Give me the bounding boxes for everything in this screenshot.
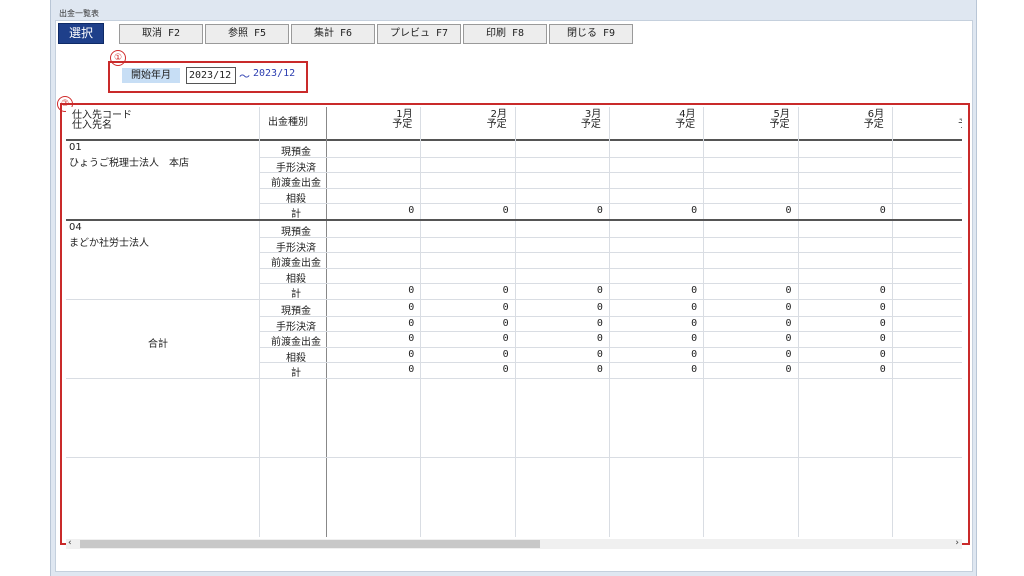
reference-f5-button[interactable]: 参照 F5: [205, 24, 289, 44]
header-supplier-name: 仕入先名: [72, 120, 112, 131]
cancel-f2-button[interactable]: 取消 F2: [119, 24, 203, 44]
end-month-value: 2023/12: [253, 68, 296, 79]
amount-cell: 0: [502, 333, 509, 345]
main-panel: 選択 取消 F2 参照 F5 集計 F6 プレビュ F7 印刷 F8 閉じる F…: [55, 20, 973, 572]
app-window: 出金一覧表 選択 取消 F2 参照 F5 集計 F6 プレビュ F7 印刷 F8…: [50, 0, 977, 576]
aggregate-f6-button[interactable]: 集計 F6: [291, 24, 375, 44]
month-subheader: 予定: [580, 119, 601, 130]
group-divider: [66, 219, 962, 221]
amount-cell: 0: [785, 302, 792, 313]
row-divider: [259, 346, 962, 348]
amount-cell: 0: [691, 333, 698, 345]
amount-cell: 0: [879, 317, 886, 329]
amount-cell: 0: [691, 317, 698, 329]
month-subheader: 予定: [863, 119, 884, 130]
amount-cell: 0: [879, 364, 886, 376]
amount-cell: 0: [879, 333, 886, 345]
row-divider: [66, 457, 962, 458]
amount-cell: 0: [879, 302, 886, 313]
preview-f7-button[interactable]: プレビュ F7: [377, 24, 461, 44]
amount-cell: 0: [408, 348, 415, 360]
month-subheader: 予定: [675, 119, 696, 130]
amount-cell: 0: [502, 348, 509, 360]
row-divider: [259, 267, 962, 269]
group-divider: [66, 378, 962, 379]
month-subheader: 予定: [486, 119, 507, 130]
row-divider: [259, 252, 962, 254]
scroll-right-icon[interactable]: ›: [955, 538, 959, 548]
row-divider: [259, 156, 962, 158]
amount-cell: 0: [502, 285, 509, 297]
amount-cell: 0: [785, 333, 792, 345]
month-subheader: 予定: [392, 119, 413, 130]
amount-cell: 0: [502, 302, 509, 313]
amount-cell: 0: [408, 333, 415, 345]
start-month-input[interactable]: 2023/12: [186, 67, 236, 84]
amount-cell: 0: [785, 205, 792, 217]
amount-cell: 0: [408, 317, 415, 329]
start-month-label: 開始年月: [122, 68, 180, 83]
amount-cell: 0: [879, 205, 886, 217]
close-f9-button[interactable]: 閉じる F9: [549, 24, 633, 44]
amount-cell: 0: [596, 317, 603, 329]
scroll-thumb[interactable]: [80, 540, 540, 548]
payment-table: 仕入先コード 仕入先名 出金種別 1月 予定 2月 予定 3月 予定 4月 予定 5月 予定 6月予…: [66, 107, 962, 537]
amount-cell: 0: [408, 205, 415, 217]
header-payment-type: 出金種別: [268, 117, 308, 128]
print-f8-button[interactable]: 印刷 F8: [463, 24, 547, 44]
amount-cell: 0: [785, 285, 792, 297]
row-divider: [259, 331, 962, 333]
amount-cell: 0: [502, 317, 509, 329]
amount-cell: 0: [502, 205, 509, 217]
grand-total-label: 合計: [148, 339, 168, 351]
horizontal-scrollbar[interactable]: ‹ ›: [66, 538, 962, 549]
amount-cell: 0: [408, 364, 415, 376]
month-subheader: 予定: [769, 119, 790, 130]
amount-cell: 0: [785, 364, 792, 376]
supplier-name: ひょうご税理士法人 本店: [69, 158, 189, 169]
amount-cell: 0: [785, 348, 792, 360]
row-divider: [259, 283, 962, 285]
amount-cell: 0: [596, 364, 603, 376]
supplier-code: 04: [69, 222, 82, 233]
amount-cell: 0: [691, 348, 698, 360]
amount-cell: 0: [879, 285, 886, 297]
amount-cell: 0: [408, 285, 415, 297]
amount-cell: 0: [691, 302, 698, 313]
row-divider: [259, 236, 962, 238]
amount-cell: 0: [596, 285, 603, 297]
row-divider: [259, 315, 962, 317]
amount-cell: 0: [408, 302, 415, 313]
group-divider: [66, 299, 962, 300]
window-title: 出金一覧表: [59, 9, 99, 18]
amount-cell: 0: [596, 348, 603, 360]
amount-cell: 0: [691, 205, 698, 217]
row-divider: [259, 203, 962, 205]
range-tilde: ～: [239, 70, 250, 83]
amount-cell: 0: [691, 285, 698, 297]
month-subheader: 予定: [958, 119, 962, 130]
amount-cell: 0: [879, 348, 886, 360]
amount-cell: 0: [785, 317, 792, 329]
row-divider: [259, 187, 962, 189]
amount-cell: 0: [691, 364, 698, 376]
amount-cell: 0: [596, 333, 603, 345]
supplier-name: まどか社労士法人: [69, 238, 149, 249]
supplier-code: 01: [69, 142, 82, 153]
row-divider: [259, 362, 962, 364]
select-button[interactable]: 選択: [58, 23, 104, 44]
amount-cell: 0: [502, 364, 509, 376]
scroll-left-icon[interactable]: ‹: [68, 538, 72, 548]
amount-cell: 0: [596, 205, 603, 217]
row-divider: [259, 172, 962, 174]
amount-cell: 0: [596, 302, 603, 313]
